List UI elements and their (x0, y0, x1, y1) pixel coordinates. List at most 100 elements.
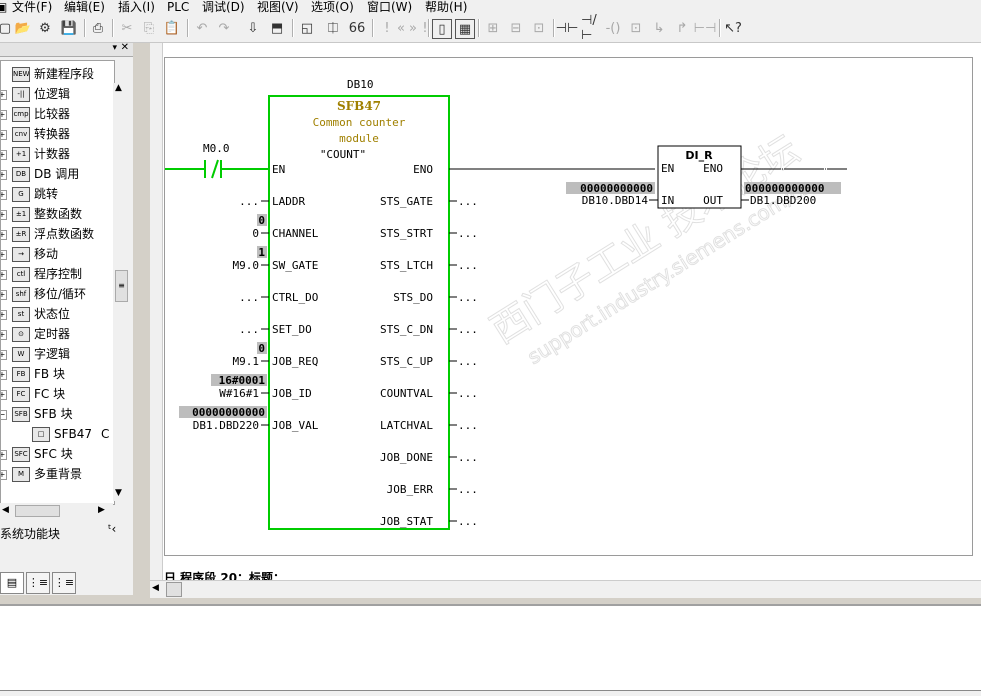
ladder-network[interactable]: 西门子工业 技术论坛 support.industry.siemens.com/… (164, 57, 973, 556)
tree-item[interactable]: + W 字逻辑 (1, 344, 114, 364)
help-cursor-icon[interactable]: ↖? (724, 19, 742, 37)
menu-file[interactable]: 文件(F) (12, 0, 52, 14)
expand-icon[interactable]: + (1, 390, 7, 400)
copy-icon[interactable]: ⎘ (140, 19, 158, 37)
output-pin-sts-gate[interactable]: STS_GATE... (380, 195, 478, 208)
tree-item[interactable]: + ctl 程序控制 (1, 264, 114, 284)
input-pin-job-req[interactable]: JOB_REQ M9.10 (233, 342, 319, 368)
scroll-thumb[interactable]: ≡ (115, 270, 128, 302)
menu-options[interactable]: 选项(O) (311, 0, 354, 14)
tree-item[interactable]: + cmp 比较器 (1, 104, 114, 124)
download-icon[interactable]: ⇩ (244, 19, 262, 37)
tree-item[interactable]: + shf 移位/循环 (1, 284, 114, 304)
tree-item[interactable]: + SFC SFC 块 (1, 444, 114, 464)
tree-item[interactable]: + ±1 整数函数 (1, 204, 114, 224)
cut-icon[interactable]: ✂ (118, 19, 136, 37)
tab-call-structure-icon[interactable]: ⋮≡ (26, 572, 50, 594)
expand-icon[interactable]: + (1, 230, 7, 240)
hscroll-thumb[interactable] (15, 505, 60, 517)
menu-view[interactable]: 视图(V) (257, 0, 299, 14)
close-icon[interactable]: ✕ (121, 42, 129, 53)
expand-icon[interactable]: + (1, 350, 7, 360)
expand-icon[interactable]: + (1, 130, 7, 140)
paste-icon[interactable]: 📋 (163, 19, 181, 37)
expand-icon[interactable]: + (1, 450, 7, 460)
output-pin-latchval[interactable]: LATCHVAL... (380, 419, 478, 432)
menu-debug[interactable]: 调试(D) (202, 0, 245, 14)
menu-window[interactable]: 窗口(W) (367, 0, 412, 14)
editor-scroll-thumb[interactable] (166, 582, 182, 597)
expand-icon[interactable]: + (1, 250, 7, 260)
help-icon[interactable]: ᵗ‹ (108, 522, 116, 536)
close-branch-icon[interactable]: ⊡ (530, 19, 548, 37)
output-pin-sts-c-up[interactable]: STS_C_UP... (380, 355, 478, 368)
expand-icon[interactable]: − (1, 410, 7, 420)
tree-item[interactable]: + M 多重背景 (1, 464, 114, 484)
input-pin-sw-gate[interactable]: SW_GATE M9.01 (233, 246, 319, 272)
branch-icon[interactable]: ⊟ (507, 19, 525, 37)
pin-icon[interactable]: ▾ (112, 43, 117, 53)
tree-item[interactable]: + ±R 浮点数函数 (1, 224, 114, 244)
tree-item[interactable]: + DB DB 调用 (1, 164, 114, 184)
tree-item[interactable]: + → 移动 (1, 244, 114, 264)
module-info-icon[interactable]: ⎅ (324, 19, 342, 37)
menu-help[interactable]: 帮助(H) (425, 0, 467, 14)
coil-icon[interactable]: -() (604, 19, 622, 37)
expand-icon[interactable]: + (1, 90, 7, 100)
tree-item[interactable]: + -|| 位逻辑 (1, 84, 114, 104)
open-branch-icon[interactable]: ↳ (650, 19, 668, 37)
overview-icon[interactable]: ▯ (432, 19, 452, 39)
expand-icon[interactable]: + (1, 110, 7, 120)
expand-icon[interactable]: + (1, 310, 7, 320)
expand-icon[interactable]: + (1, 190, 7, 200)
connection-icon[interactable]: ⊢⊣ (694, 19, 717, 37)
menu-edit[interactable]: 编辑(E) (64, 0, 105, 14)
editor-horizontal-scrollbar[interactable]: ◀ (150, 580, 981, 598)
input-pin-laddr[interactable]: LADDR... (239, 195, 305, 208)
box-icon[interactable]: ⊡ (627, 19, 645, 37)
output-pin-job-err[interactable]: JOB_ERR... (387, 483, 478, 496)
scroll-left-icon[interactable]: ◀ (2, 505, 9, 515)
output-pin-sts-ltch[interactable]: STS_LTCH... (380, 259, 478, 272)
scroll-down-icon[interactable]: ▼ (115, 488, 122, 498)
expand-icon[interactable]: + (1, 170, 7, 180)
tree-item[interactable]: NEW 新建程序段 (1, 64, 114, 84)
editor-scroll-left-icon[interactable]: ◀ (152, 583, 159, 593)
input-pin-ctrl-do[interactable]: CTRL_DO... (239, 291, 318, 304)
save-icon[interactable]: 💾 (60, 19, 78, 37)
accessible-nodes-icon[interactable]: ⚙ (36, 19, 54, 37)
tree-item[interactable]: + FC FC 块 (1, 384, 114, 404)
glasses-icon[interactable]: 66 (348, 19, 366, 37)
expand-icon[interactable]: + (1, 270, 7, 280)
close-branch-up-icon[interactable]: ↱ (673, 19, 691, 37)
new-network-icon[interactable]: ⊞ (484, 19, 502, 37)
no-contact-icon[interactable]: ⊣⊢ (556, 19, 579, 37)
nc-contact-icon[interactable]: ⊣/⊢ (581, 13, 599, 43)
output-pin-job-stat[interactable]: JOB_STAT... (380, 515, 478, 528)
tree-item[interactable]: □ SFB47 C (21, 424, 114, 444)
tree-item[interactable]: + cnv 转换器 (1, 124, 114, 144)
scroll-right-icon[interactable]: ▶ (98, 505, 105, 515)
expand-icon[interactable]: + (1, 210, 7, 220)
expand-icon[interactable]: + (1, 370, 7, 380)
expand-icon[interactable]: + (1, 290, 7, 300)
input-pin-job-id[interactable]: JOB_ID W#16#116#0001 (211, 374, 312, 400)
tree-item[interactable]: + FB FB 块 (1, 364, 114, 384)
input-pin-channel[interactable]: CHANNEL 00 (252, 214, 319, 240)
expand-icon[interactable]: + (1, 150, 7, 160)
menu-insert[interactable]: 插入(I) (118, 0, 155, 14)
upload-icon[interactable]: ⬒ (268, 19, 286, 37)
expand-icon[interactable]: + (1, 330, 7, 340)
output-pin-countval[interactable]: COUNTVAL... (380, 387, 478, 400)
tree-item[interactable]: + G 跳转 (1, 184, 114, 204)
tree-item[interactable]: + st 状态位 (1, 304, 114, 324)
tree-item[interactable]: −SFB SFB 块 (1, 404, 114, 424)
output-pin-sts-do[interactable]: STS_DO... (393, 291, 478, 304)
output-pin-sts-strt[interactable]: STS_STRT... (380, 227, 478, 240)
program-elements-icon[interactable]: ▦ (455, 19, 475, 39)
input-pin-job-val[interactable]: JOB_VAL DB1.DBD22000000000000 (179, 406, 319, 432)
tab-list-icon[interactable]: ⋮≡ (52, 572, 76, 594)
tree-horizontal-scrollbar[interactable]: ◀ ▶ (0, 503, 113, 519)
tree-vertical-scrollbar[interactable]: ▲ ≡ ▼ (113, 83, 129, 501)
print-icon[interactable]: ⎙ (89, 19, 107, 37)
